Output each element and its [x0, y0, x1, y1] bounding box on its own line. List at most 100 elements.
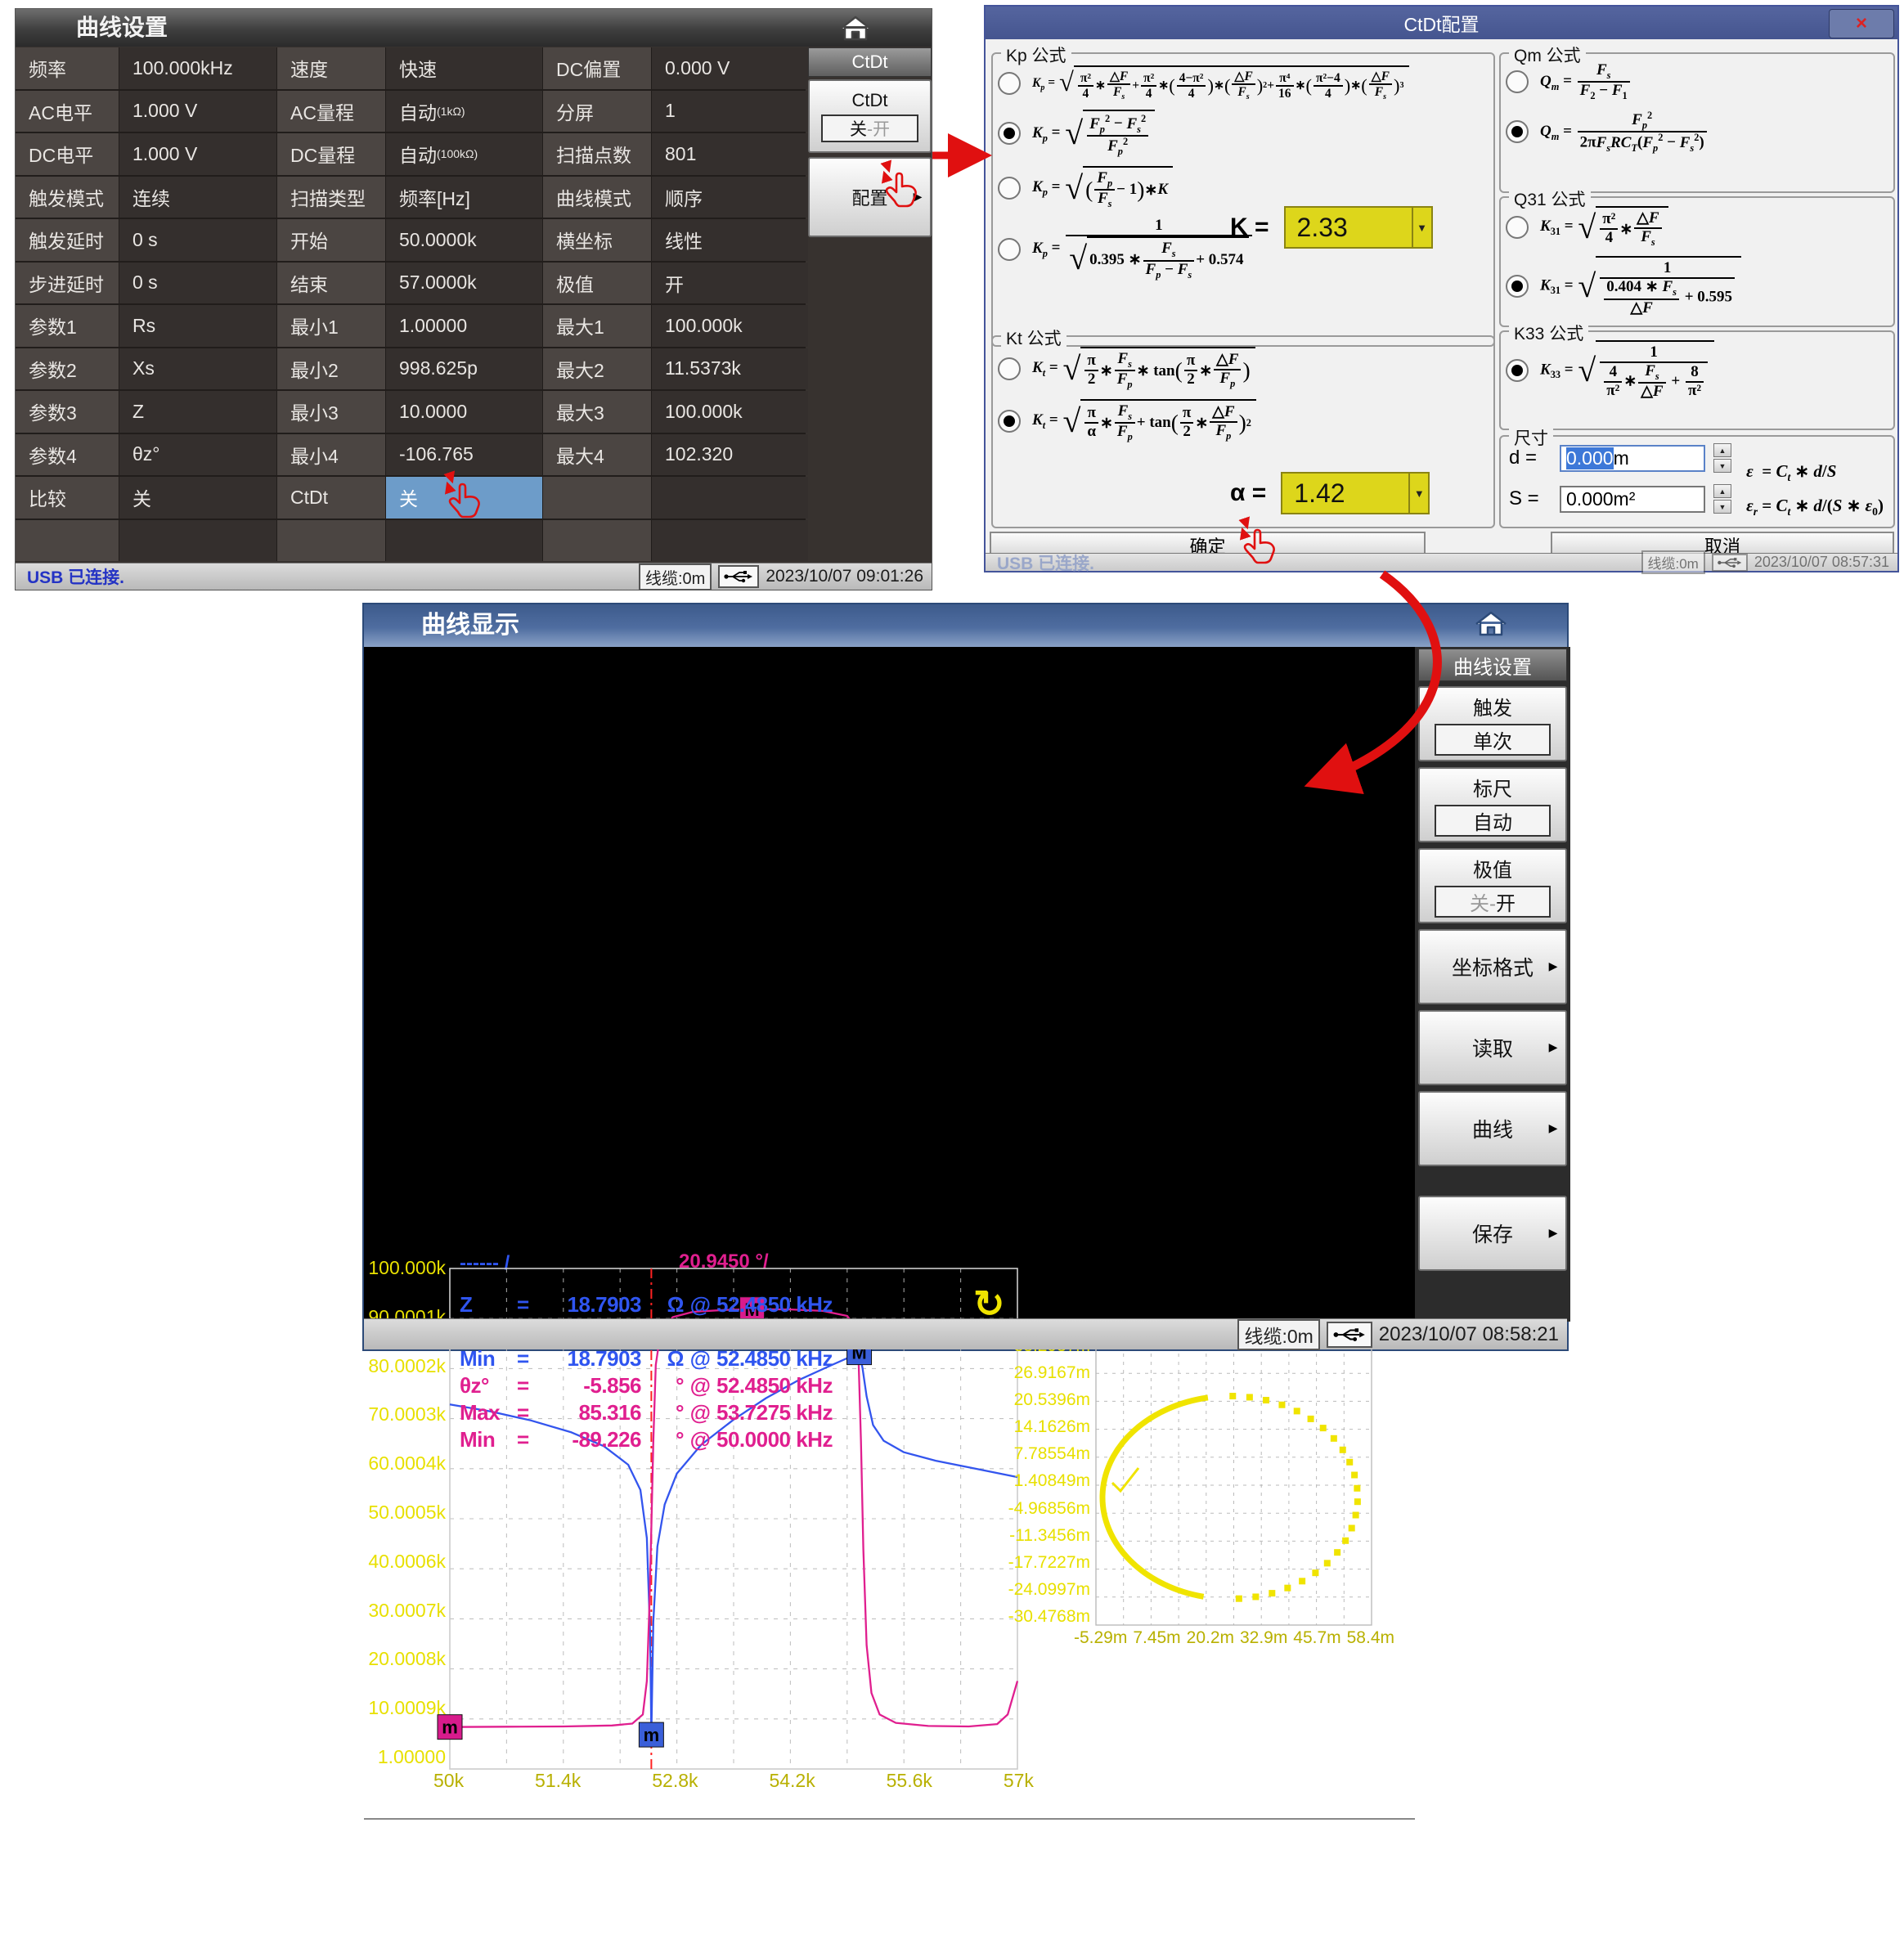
formula-radio[interactable] [998, 72, 1021, 95]
setting-label-cell: 曲线模式 [543, 177, 651, 218]
setting-value-cell[interactable]: 10.0000 [386, 391, 542, 433]
setting-label-cell: DC量程 [277, 133, 385, 175]
setting-value-cell[interactable]: 100.000k [652, 391, 808, 433]
setting-value-cell[interactable]: 0 s [119, 219, 276, 261]
submenu-arrow-icon: ► [910, 189, 925, 206]
result-pair: Kt=105.895m [1334, 1903, 1579, 1927]
formula-radio[interactable] [1506, 216, 1529, 239]
toggle-state: 单次 [1435, 724, 1551, 756]
setting-value-cell[interactable]: 快速 [386, 47, 542, 89]
result-pair: Kp=301.119m [820, 1903, 1080, 1927]
chevron-down-icon[interactable]: ▼ [1408, 474, 1428, 513]
ctdt-config-button[interactable]: 配置 ► [808, 157, 932, 237]
usb-icon [718, 565, 759, 588]
setting-value-cell[interactable] [119, 520, 276, 562]
setting-value-cell[interactable] [652, 477, 808, 519]
setting-value-cell[interactable]: 57.0000k [386, 263, 542, 304]
setting-value-cell[interactable]: 0.000 V [652, 47, 808, 89]
setting-value-cell[interactable]: 线性 [652, 219, 808, 261]
formula: Qm = FsF2 − F1 [1540, 62, 1632, 102]
d-stepper[interactable]: ▲▼ [1713, 443, 1731, 473]
setting-value-cell[interactable]: 连续 [119, 177, 276, 218]
setting-value-cell[interactable]: Z [119, 391, 276, 433]
setting-value-cell[interactable]: 1.00000 [386, 305, 542, 347]
result-pair: F2=52.5654kHz [1579, 1851, 1825, 1874]
setting-value-cell[interactable]: 频率[Hz] [386, 177, 542, 218]
circle-y-label: -24.0997m [1008, 1580, 1090, 1600]
home-icon[interactable] [837, 14, 874, 43]
setting-value-cell[interactable] [652, 520, 808, 562]
usb-status-text: USB 已连接. [27, 564, 124, 589]
d-label: d = [1509, 447, 1551, 469]
setting-value-cell[interactable]: 关 [119, 477, 276, 519]
setting-label-cell: 参数1 [16, 305, 119, 347]
alpha-constant-value: 1.42 [1282, 478, 1345, 509]
chevron-down-icon[interactable]: ▼ [1412, 208, 1431, 247]
q31-formula-group: Q31 公式 K31 = √π²4∗△FFsK31 = √10.404 ∗ Fs… [1499, 196, 1895, 327]
s-stepper[interactable]: ▲▼ [1713, 484, 1731, 514]
setting-value-cell[interactable]: 0 s [119, 263, 276, 304]
formula-radio[interactable] [998, 238, 1021, 261]
circle-y-label: -30.4768m [1008, 1607, 1090, 1627]
setting-value-cell[interactable]: 顺序 [652, 177, 808, 218]
sidebar-toggle-标尺[interactable]: 标尺自动 [1418, 767, 1567, 842]
setting-value-cell[interactable]: 1.000 V [119, 133, 276, 175]
setting-value-cell[interactable]: 开 [652, 263, 808, 304]
setting-value-cell[interactable]: θz° [119, 434, 276, 476]
sidebar-button-坐标格式[interactable]: 坐标格式► [1418, 929, 1567, 1004]
formula-radio[interactable] [1506, 359, 1529, 382]
q31-options: K31 = √π²4∗△FFsK31 = √10.404 ∗ Fs△F + 0.… [1501, 206, 1893, 317]
setting-label-cell: 最小1 [277, 305, 385, 347]
y-axis-label: 10.0009k [368, 1697, 446, 1719]
ctdt-toggle-button[interactable]: CtDt 关-开 [808, 79, 932, 153]
formula-radio[interactable] [998, 357, 1021, 380]
y-axis-label: 20.0008k [368, 1648, 446, 1670]
setting-value-cell[interactable]: 100.000kHz [119, 47, 276, 89]
sidebar-button-保存[interactable]: 保存► [1418, 1196, 1567, 1271]
sidebar-toggle-极值[interactable]: 极值关-开 [1418, 848, 1567, 923]
sidebar-menu-title[interactable]: 曲线设置 [1418, 649, 1567, 681]
d-input[interactable]: 0.000m [1560, 445, 1705, 472]
button-caption: 坐标格式 [1452, 952, 1534, 981]
formula-radio[interactable] [1506, 275, 1529, 298]
formula-radio[interactable] [1506, 120, 1529, 143]
sidebar-button-读取[interactable]: 读取► [1418, 1010, 1567, 1085]
k-constant-label: K = [1230, 213, 1269, 241]
formula-radio[interactable] [998, 177, 1021, 200]
setting-value-cell[interactable]: 自动(100kΩ) [386, 133, 542, 175]
svg-text:m: m [442, 1717, 458, 1738]
circle-y-label: -4.96856m [1008, 1499, 1090, 1519]
sidebar-toggle-触发[interactable]: 触发单次 [1418, 686, 1567, 761]
home-icon[interactable] [1472, 609, 1510, 639]
ctdt-config-dialog: CtDt配置 × Kp 公式 Kp = √π²4∗△FFs+π²4∗(4−π²4… [984, 5, 1899, 572]
formula-radio[interactable] [998, 122, 1021, 145]
display-sidebar: 曲线设置触发单次标尺自动极值关-开坐标格式►读取►曲线►保存► [1415, 647, 1570, 1322]
close-icon[interactable]: × [1829, 9, 1894, 38]
sidebar-button-曲线[interactable]: 曲线► [1418, 1091, 1567, 1166]
setting-value-cell[interactable]: 1 [652, 91, 808, 132]
setting-value-cell[interactable]: 102.320 [652, 434, 808, 476]
setting-value-cell[interactable]: Xs [119, 348, 276, 390]
submenu-arrow-icon: ► [1546, 1225, 1560, 1242]
k-constant-combo[interactable]: 2.33 ▼ [1284, 206, 1433, 249]
formula-radio[interactable] [998, 410, 1021, 433]
setting-value-cell[interactable] [386, 520, 542, 562]
setting-value-cell[interactable]: 50.0000k [386, 219, 542, 261]
result-pair: ε=3.94900n [1080, 1929, 1334, 1953]
setting-label-cell: DC偏置 [543, 47, 651, 89]
setting-value-cell[interactable]: 1.000 V [119, 91, 276, 132]
k33-formula-group: K33 公式 K33 = √14π²∗Fs△F + 8π² [1499, 330, 1895, 430]
setting-label-cell: 最小4 [277, 434, 385, 476]
setting-value-cell[interactable]: 关 [386, 477, 542, 519]
setting-value-cell[interactable]: 11.5373k [652, 348, 808, 390]
setting-value-cell[interactable]: 100.000k [652, 305, 808, 347]
setting-value-cell[interactable]: 自动(1kΩ) [386, 91, 542, 132]
setting-value-cell[interactable]: 998.625p [386, 348, 542, 390]
setting-value-cell[interactable]: Rs [119, 305, 276, 347]
y-axis-label: 1.00000 [378, 1746, 446, 1768]
formula-radio[interactable] [1506, 70, 1529, 93]
setting-value-cell[interactable]: 801 [652, 133, 808, 175]
s-input[interactable]: 0.000m² [1560, 486, 1705, 513]
alpha-constant-combo[interactable]: 1.42 ▼ [1281, 472, 1430, 514]
setting-value-cell[interactable]: -106.765 [386, 434, 542, 476]
